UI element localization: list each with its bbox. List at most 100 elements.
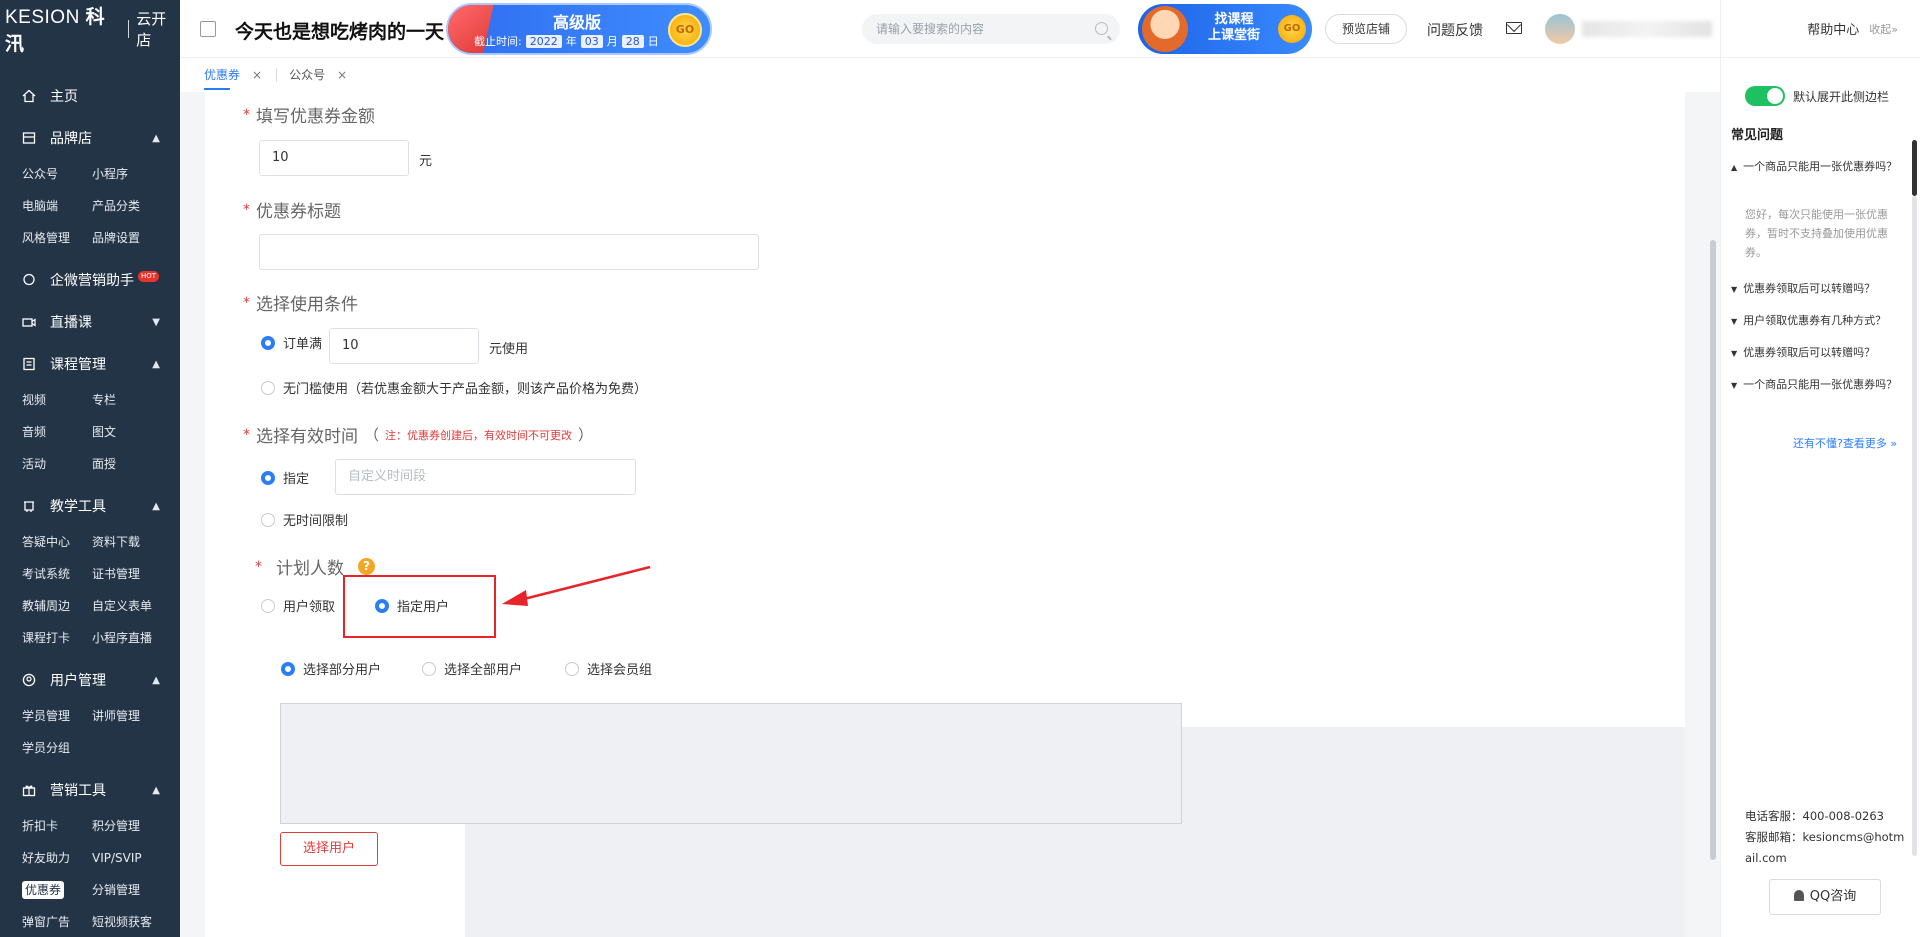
search-input[interactable]: 请输入要搜索的内容	[862, 14, 1120, 44]
course-banner-line1: 找课程	[1214, 12, 1254, 27]
course-banner[interactable]: 找课程 上课堂街 GO	[1138, 4, 1312, 54]
nav-head-wecom[interactable]: 企微营销助手 HOT	[0, 260, 180, 300]
time-unlimited-label: 无时间限制	[283, 514, 349, 529]
nav-item-short-video[interactable]: 短视频获客	[92, 906, 172, 937]
nav-item-mini-program[interactable]: 小程序	[92, 158, 172, 190]
nav-item-checkin[interactable]: 课程打卡	[22, 622, 92, 654]
vip-expire: 截止时间: 2022 年 03 月 28 日	[474, 33, 659, 49]
nav-item-article[interactable]: 图文	[92, 416, 172, 448]
auto-expand-toggle[interactable]	[1745, 86, 1785, 106]
see-more-link[interactable]: 还有不懂?查看更多 »	[1793, 435, 1897, 451]
nav-item-certificate[interactable]: 证书管理	[92, 558, 172, 590]
vip-level: 高级版	[553, 13, 602, 32]
title-input[interactable]	[259, 234, 759, 270]
nav-item-popup-ad[interactable]: 弹窗广告	[22, 906, 92, 937]
logo[interactable]: KESION 科汛 云开店	[0, 0, 180, 58]
page-tabs: 优惠券 × 公众号 ×	[180, 58, 1720, 92]
condition-none-radio[interactable]: 无门槛使用（若优惠金额大于产品金额，则该产品价格为免费）	[261, 378, 647, 397]
faq-question: 优惠券领取后可以转赠吗？	[1743, 282, 1876, 295]
nav-item-offline[interactable]: 面授	[92, 448, 172, 480]
condition-full-input[interactable]: 10	[329, 328, 479, 364]
nav-head-live[interactable]: 直播课 ▼	[0, 302, 180, 342]
feedback-link[interactable]: 问题反馈	[1427, 20, 1483, 40]
scope-all-radio[interactable]: 选择全部用户	[422, 659, 522, 678]
mail-icon[interactable]	[1506, 22, 1522, 34]
nav-item-students[interactable]: 学员管理	[22, 700, 92, 732]
nav-item-column[interactable]: 专栏	[92, 384, 172, 416]
radio-dot	[261, 512, 275, 527]
nav-item-custom-form[interactable]: 自定义表单	[92, 590, 172, 622]
nav-item-friend-help[interactable]: 好友助力	[22, 842, 92, 874]
nav-item-student-groups[interactable]: 学员分组	[22, 732, 92, 764]
nav-item-qa[interactable]: 答疑中心	[22, 526, 92, 558]
nav-item-coupon[interactable]: 优惠券	[22, 874, 92, 906]
faq-item[interactable]: ▼ 一个商品只能用一张优惠券吗？	[1731, 376, 1909, 395]
condition-full-label: 订单满	[283, 337, 323, 352]
scope-group-radio[interactable]: 选择会员组	[565, 659, 652, 678]
close-icon[interactable]: ×	[337, 58, 347, 92]
nav-item-wechat-official[interactable]: 公众号	[22, 158, 92, 190]
chevron-up-icon: ▲	[152, 500, 160, 512]
help-icon[interactable]: ?	[358, 558, 375, 575]
nav-item-distribution[interactable]: 分销管理	[92, 874, 172, 906]
chevron-down-icon: ▼	[152, 316, 160, 328]
faq-item[interactable]: ▼ 优惠券领取后可以转赠吗？	[1731, 344, 1909, 363]
collapse-link[interactable]: 收起»	[1869, 21, 1898, 37]
condition-full-suffix: 元使用	[489, 342, 529, 357]
vip-banner[interactable]: 高级版 截止时间: 2022 年 03 月 28 日 GO	[446, 3, 712, 55]
search-icon[interactable]	[1095, 22, 1108, 35]
tab-coupon[interactable]: 优惠券 ×	[204, 58, 276, 92]
nav-item-audio[interactable]: 音频	[22, 416, 92, 448]
tab-official-account[interactable]: 公众号 ×	[289, 58, 361, 92]
nav-home-label: 主页	[50, 89, 78, 105]
faq-item[interactable]: ▲ 一个商品只能用一张优惠券吗？	[1731, 158, 1909, 177]
course-go-button[interactable]: GO	[1278, 15, 1306, 43]
vip-expire-label: 截止时间:	[474, 35, 522, 48]
nav-head-marketing[interactable]: 营销工具 ▲	[0, 770, 180, 810]
avatar[interactable]	[1545, 14, 1575, 44]
nav-item-style[interactable]: 风格管理	[22, 222, 92, 254]
nav-head-users[interactable]: 用户管理 ▲	[0, 660, 180, 700]
title-label: * 优惠券标题	[243, 197, 341, 223]
qq-consult-button[interactable]: QQ咨询	[1769, 879, 1881, 915]
close-icon[interactable]: ×	[252, 58, 262, 92]
preview-store-button[interactable]: 预览店铺	[1325, 14, 1407, 44]
time-unlimited-radio[interactable]: 无时间限制	[261, 510, 348, 529]
nav-item-teachers[interactable]: 讲师管理	[92, 700, 172, 732]
nav-item-points[interactable]: 积分管理	[92, 810, 172, 842]
nav-head-courses[interactable]: 课程管理 ▲	[0, 344, 180, 384]
scope-group-label: 选择会员组	[587, 663, 653, 678]
time-fixed-radio[interactable]: 指定	[261, 468, 309, 487]
select-users-button[interactable]: 选择用户	[280, 832, 378, 866]
content-scrollbar[interactable]	[1710, 240, 1716, 860]
username-blurred[interactable]	[1582, 21, 1712, 37]
condition-full-radio[interactable]: 订单满	[261, 333, 322, 352]
nav-item-event[interactable]: 活动	[22, 448, 92, 480]
help-scroll-track	[1912, 196, 1917, 856]
time-range-input[interactable]: 自定义时间段	[335, 459, 636, 495]
scope-part-radio[interactable]: 选择部分用户	[281, 659, 381, 678]
nav-head-brand-store[interactable]: 品牌店 ▲	[0, 118, 180, 158]
faq-item[interactable]: ▼ 用户领取优惠券有几种方式？	[1731, 312, 1909, 331]
scope-all-label: 选择全部用户	[444, 663, 523, 678]
amount-input[interactable]: 10	[259, 140, 409, 176]
selected-users-box[interactable]	[280, 703, 1182, 824]
nav-item-video[interactable]: 视频	[22, 384, 92, 416]
nav-item-brand-settings[interactable]: 品牌设置	[92, 222, 172, 254]
nav-item-discount-card[interactable]: 折扣卡	[22, 810, 92, 842]
nav-item-mini-live[interactable]: 小程序直播	[92, 622, 172, 654]
faq-item[interactable]: ▼ 优惠券领取后可以转赠吗？	[1731, 280, 1909, 299]
nav-item-product-category[interactable]: 产品分类	[92, 190, 172, 222]
brand-name: KESION	[5, 7, 80, 28]
nav-item-downloads[interactable]: 资料下载	[92, 526, 172, 558]
vip-go-button[interactable]: GO	[668, 13, 702, 47]
help-scrollbar[interactable]	[1912, 140, 1917, 196]
nav-item-merch[interactable]: 教辅周边	[22, 590, 92, 622]
nav-item-exam[interactable]: 考试系统	[22, 558, 92, 590]
plan-user-claim-radio[interactable]: 用户领取	[261, 596, 335, 615]
nav-head-teaching[interactable]: 教学工具 ▲	[0, 486, 180, 526]
top-bar: 今天也是想吃烤肉的一天 高级版 截止时间: 2022 年 03 月 28 日 G…	[180, 0, 1720, 58]
nav-item-pc[interactable]: 电脑端	[22, 190, 92, 222]
nav-item-vip[interactable]: VIP/SVIP	[92, 842, 172, 874]
nav-home[interactable]: 主页	[0, 76, 180, 116]
